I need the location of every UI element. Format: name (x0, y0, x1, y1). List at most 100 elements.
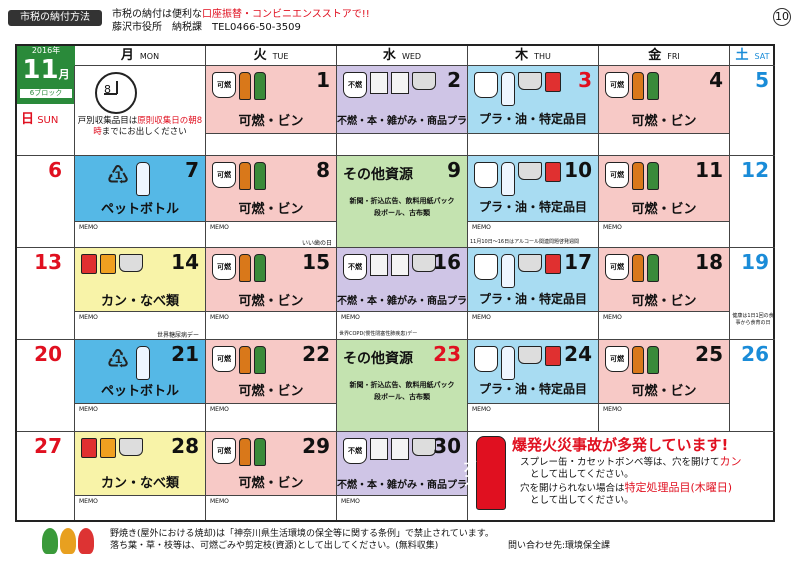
day-cell-21: ♳ 21 ペットボトル (75, 340, 206, 404)
memo-area (599, 134, 730, 156)
memo-area: MEMO 世界COPD(慢性閉塞性肺疾患)デー (337, 312, 468, 340)
collection-label: 不燃・本・雑がみ・商品プラ (337, 296, 467, 307)
diabetes-day-note: 世界糖尿病デー (156, 332, 199, 339)
bottle-icon (254, 346, 266, 374)
memo-area: MEMO (599, 404, 730, 432)
bottle-icon (647, 346, 659, 374)
header-fri: 金 FRI (599, 46, 730, 66)
burnable-icons: 可燃 (605, 254, 659, 282)
day-cell-28: 28 カン・なべ類 (75, 432, 206, 496)
bottle-icon (632, 72, 644, 100)
bottle-icon (647, 162, 659, 190)
burnable-bag-icon: 可燃 (212, 254, 236, 280)
spray-can-icon (518, 254, 542, 272)
day-number: 10 (564, 158, 592, 182)
warning-line4: として出してください。 (530, 495, 634, 506)
memo-area: MEMO (206, 496, 337, 520)
memo-area: MEMO (337, 496, 468, 520)
day-cell-27: 27 (17, 432, 75, 520)
day-number: 4 (709, 68, 723, 92)
day-cell-16: 不燃 16 不燃・本・雑がみ・商品プラ (337, 248, 468, 312)
day-cell-29: 可燃 29 可燃・ビン (206, 432, 337, 496)
resource-detail: 段ボール、古布類 (374, 393, 430, 401)
bowl-icon (412, 72, 436, 90)
day-cell-14: 14 カン・なべ類 (75, 248, 206, 312)
header-tue: 火 TUE (206, 46, 337, 66)
tax-info: 市税の納付は便利な口座振替・コンビニエンスストアで!! 藤沢市役所 納税課 TE… (112, 8, 370, 34)
day-number: 7 (185, 158, 199, 182)
warning-title: 爆発火災事故が多発しています! (512, 436, 729, 454)
memo-area: MEMO (75, 496, 206, 520)
plastic-bag-icon (474, 162, 498, 188)
warning-line2: として出してください。 (530, 469, 634, 480)
bottle-icon (632, 254, 644, 282)
burnable-bag-icon: 可燃 (605, 162, 629, 188)
plastic-bag-icon (474, 346, 498, 372)
collection-label: プラ・油・特定品目 (478, 382, 587, 396)
day-cell-1: 可燃 1 可燃・ビン (206, 66, 337, 134)
can-icon (81, 254, 97, 274)
memo-area (206, 134, 337, 156)
tax-payment-tag: 市税の納付方法 (8, 10, 102, 26)
burnable-bag-icon: 可燃 (605, 254, 629, 280)
day-cell-12: 12 (730, 156, 775, 248)
day-number: 18 (695, 250, 723, 274)
memo-area: MEMO (468, 312, 599, 340)
burnable-bag-icon: 可燃 (605, 346, 629, 372)
day-cell-7: ♳ 7 ペットボトル (75, 156, 206, 222)
day-number: 30 (433, 434, 461, 458)
bottle-icon (647, 72, 659, 100)
gas-can-icon: ガス (461, 436, 506, 510)
memo-area: MEMO (206, 312, 337, 340)
pet-icons: ♳ (103, 346, 150, 380)
day-cell-9: その他資源 9 新聞・折込広告、飲料用紙パック 段ボール、古布類 (337, 156, 468, 248)
tax-contact: 藤沢市役所 納税課 TEL0466-50-3509 (112, 22, 301, 33)
header-sat: 土 SAT (730, 46, 775, 66)
pot-icon (119, 254, 143, 272)
collection-label: プラ・油・特定品目 (478, 112, 587, 126)
bottle-icon (254, 162, 266, 190)
burnable-bag-icon: 可燃 (212, 438, 236, 464)
collection-label: カン・なべ類 (100, 294, 179, 309)
collection-time-note: 戸別収集品目は原則収集日の朝8時までにお出しください (77, 116, 203, 137)
day-cell-25: 可燃 25 可燃・ビン (599, 340, 730, 404)
day-number: 12 (741, 158, 769, 182)
day-number: 3 (578, 68, 592, 92)
recycle-icon: ♳ (106, 161, 130, 191)
bottle-icon (239, 72, 251, 100)
vegetable-icon (78, 528, 94, 554)
resource-detail: 新聞・折込広告、飲料用紙パック (349, 197, 455, 205)
collection-label: 可燃・ビン (238, 114, 304, 129)
day-number: 1 (316, 68, 330, 92)
footer-note: 野焼き(屋外における焼却)は「神奈川県生活環境の保全等に関する条例」で禁止されて… (110, 528, 610, 552)
resource-detail: 段ボール、古布類 (374, 209, 430, 217)
book-icon (370, 254, 388, 276)
day-cell-10: 10 プラ・油・特定品目 (468, 156, 599, 222)
bottle-icon (647, 254, 659, 282)
collection-label: 可燃・ビン (238, 476, 304, 491)
day-cell-22: 可燃 22 可燃・ビン (206, 340, 337, 404)
day-number: 26 (741, 342, 769, 366)
can-icon (100, 254, 116, 274)
bottle-icon (632, 346, 644, 374)
day-number: 27 (34, 434, 62, 458)
collection-label: 可燃・ビン (631, 202, 697, 217)
plastic-icons (474, 162, 561, 196)
day-cell-13: 13 (17, 248, 75, 340)
burnable-icons: 可燃 (212, 72, 266, 100)
oil-bottle-icon (501, 72, 515, 106)
pet-bottle-icon (136, 162, 150, 196)
day-number: 21 (171, 342, 199, 366)
memo-area: MEMO (599, 222, 730, 248)
warning-line3: 穴を開けられない場合は特定処理品目(木曜日) (520, 481, 733, 495)
page-number: 10 (773, 8, 791, 26)
burnable-icons: 可燃 (605, 162, 659, 190)
book-icon (370, 72, 388, 94)
nonburnable-icons: 不燃 (343, 254, 436, 280)
oil-bottle-icon (501, 254, 515, 288)
footer-line2: 落ち葉・草・枝等は、可燃ごみや剪定枝(資源)として出してください。(無料収集) (110, 541, 439, 551)
bottle-icon (239, 162, 251, 190)
plastic-bag-icon (474, 254, 498, 280)
memo-area: MEMO いい歯の日 (206, 222, 337, 248)
collection-label: カン・なべ類 (100, 476, 179, 491)
